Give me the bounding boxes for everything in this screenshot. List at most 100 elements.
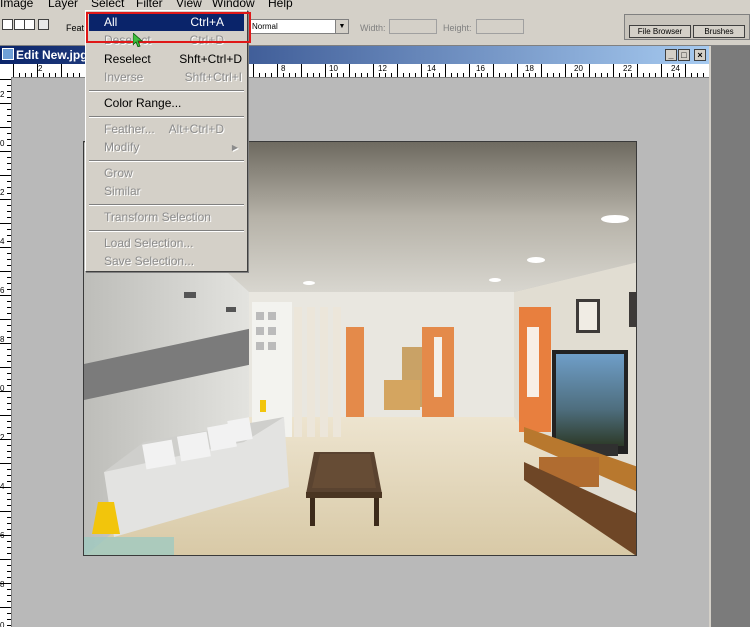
menu-separator: [89, 160, 244, 162]
ruler-tick: [0, 295, 11, 296]
ruler-tick: [421, 64, 422, 77]
menu-item-load-selection[interactable]: Load Selection...: [89, 235, 244, 252]
intersect-selection-icon[interactable]: [38, 19, 49, 30]
ruler-tick: [691, 73, 692, 77]
ruler-tick: [43, 73, 44, 77]
close-icon[interactable]: ×: [694, 49, 706, 61]
new-selection-icon[interactable]: [2, 19, 13, 30]
ruler-tick: [535, 73, 536, 77]
menu-filter[interactable]: Filter: [136, 0, 163, 10]
width-label: Width:: [360, 23, 386, 33]
ruler-tick: [673, 73, 674, 77]
ruler-tick: [7, 433, 11, 434]
ruler-tick: [703, 73, 704, 77]
ruler-tick: [571, 73, 572, 77]
ruler-tick: [649, 73, 650, 77]
minimize-icon[interactable]: _: [665, 49, 677, 61]
ruler-tick: [7, 571, 11, 572]
ruler-tick: [7, 181, 11, 182]
ruler-tick: [67, 73, 68, 77]
ruler-tick: [0, 463, 11, 464]
ruler-tick: [73, 73, 74, 77]
ruler-tick: [7, 577, 11, 578]
ruler-tick: [655, 73, 656, 77]
menu-item-label: Load Selection...: [104, 236, 194, 250]
ruler-tick: [7, 337, 11, 338]
ruler-tick: [7, 595, 11, 596]
ruler-label: 18: [525, 64, 534, 73]
ruler-tick: [7, 139, 11, 140]
ruler-tick: [7, 475, 11, 476]
ruler-label: 4: [0, 237, 5, 246]
menu-image[interactable]: Image: [0, 0, 33, 10]
height-field[interactable]: [476, 19, 524, 34]
ruler-tick: [7, 457, 11, 458]
ruler-tick: [7, 355, 11, 356]
menu-item-reselect[interactable]: Reselect Shft+Ctrl+D: [89, 51, 244, 68]
ruler-label: 2: [0, 90, 5, 99]
width-field[interactable]: [389, 19, 437, 34]
style-select[interactable]: Normal ▼: [247, 19, 349, 34]
ruler-tick: [475, 73, 476, 77]
menu-item-inverse[interactable]: Inverse Shft+Ctrl+I: [89, 69, 244, 86]
menu-item-label: Modify: [104, 140, 140, 154]
ruler-tick: [265, 73, 266, 77]
ruler-tick: [0, 391, 11, 392]
ruler-label: 6: [0, 286, 5, 295]
ruler-tick: [517, 64, 518, 77]
menu-window[interactable]: Window: [212, 0, 255, 10]
menu-item-save-selection[interactable]: Save Selection...: [89, 253, 244, 270]
ruler-tick: [55, 73, 56, 77]
ruler-tick: [439, 73, 440, 77]
ruler-label: 0: [0, 621, 5, 627]
ruler-tick: [0, 367, 11, 368]
ruler-tick: [565, 64, 566, 77]
ruler-tick: [7, 403, 11, 404]
ruler-tick: [7, 385, 11, 386]
chevron-right-icon: ▶: [231, 143, 238, 152]
menu-help[interactable]: Help: [268, 0, 293, 10]
ruler-label: 20: [574, 64, 583, 73]
ruler-tick: [457, 73, 458, 77]
menu-item-transform-selection[interactable]: Transform Selection: [89, 209, 244, 226]
menu-separator: [89, 116, 244, 118]
ruler-tick: [319, 73, 320, 77]
menu-item-shortcut: Shft+Ctrl+D: [179, 52, 242, 66]
menu-item-shortcut: Shft+Ctrl+I: [184, 70, 242, 84]
select-menu: All Ctrl+A Deselect Ctrl+D Reselect Shft…: [85, 10, 248, 272]
ruler-tick: [0, 247, 11, 248]
menu-separator: [89, 204, 244, 206]
ruler-tick: [7, 301, 11, 302]
ruler-tick: [7, 265, 11, 266]
ruler-tick: [7, 133, 11, 134]
ruler-tick: [661, 64, 662, 77]
ruler-vertical[interactable]: 2 0 2 4 6 8 0 2 4 6 8 0: [0, 77, 12, 627]
menu-item-color-range[interactable]: Color Range...: [89, 95, 244, 112]
menu-item-modify[interactable]: Modify ▶: [89, 139, 244, 156]
menu-select[interactable]: Select: [91, 0, 124, 10]
ruler-tick: [337, 73, 338, 77]
ruler-tick: [415, 73, 416, 77]
menu-view[interactable]: View: [176, 0, 202, 10]
chevron-down-icon[interactable]: ▼: [335, 20, 348, 33]
menu-layer[interactable]: Layer: [48, 0, 78, 10]
menu-item-feather[interactable]: Feather... Alt+Ctrl+D: [89, 121, 244, 138]
ruler-tick: [643, 73, 644, 77]
ruler-tick: [7, 277, 11, 278]
menu-item-label: Inverse: [104, 70, 144, 84]
ruler-tick: [61, 64, 62, 77]
ruler-tick: [625, 73, 626, 77]
ruler-tick: [0, 439, 11, 440]
subtract-selection-icon[interactable]: [24, 19, 35, 30]
ruler-tick: [619, 73, 620, 77]
tab-file-browser[interactable]: File Browser: [629, 25, 691, 38]
ruler-tick: [667, 73, 668, 77]
tab-brushes[interactable]: Brushes: [693, 25, 745, 38]
workspace-background: [711, 46, 750, 627]
menu-item-grow[interactable]: Grow: [89, 165, 244, 182]
maximize-icon[interactable]: □: [678, 49, 690, 61]
ruler-tick: [295, 73, 296, 77]
ruler-tick: [7, 211, 11, 212]
menu-item-similar[interactable]: Similar: [89, 183, 244, 200]
menu-item-label: Feather...: [104, 122, 155, 136]
